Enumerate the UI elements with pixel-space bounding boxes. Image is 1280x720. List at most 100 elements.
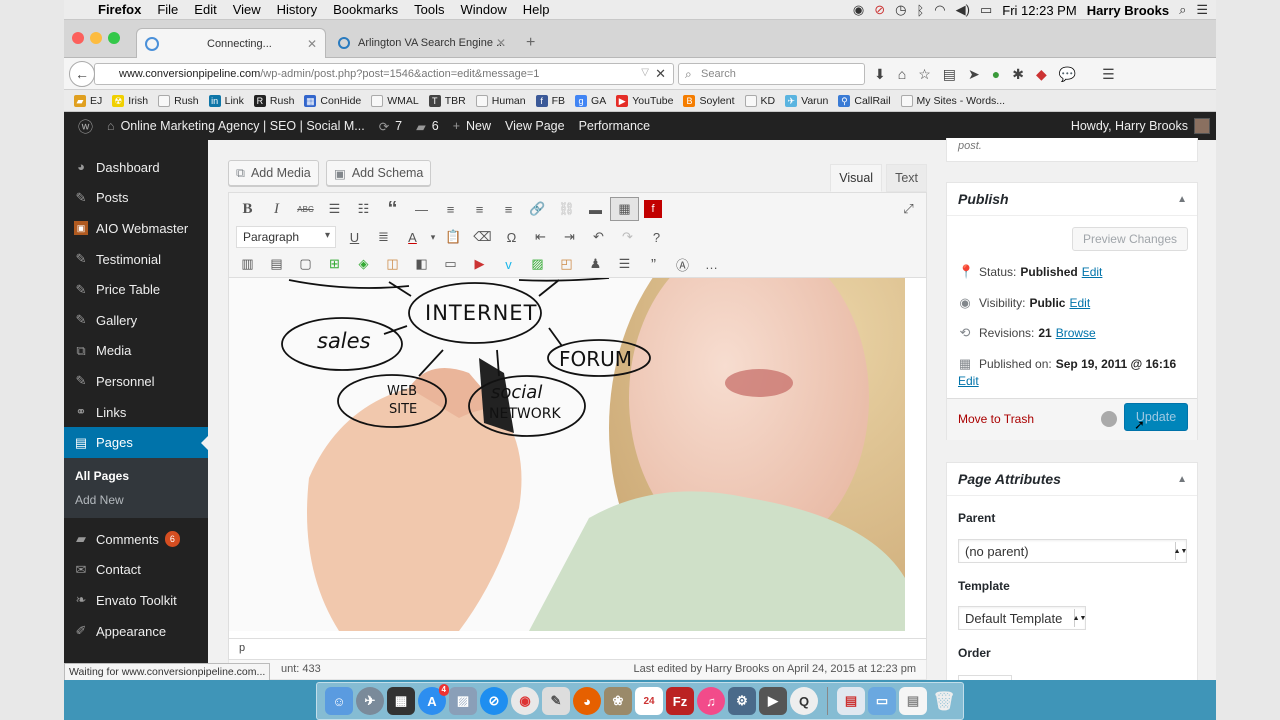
bookmark-item[interactable]: KD	[744, 94, 775, 107]
sysprefs-icon[interactable]: ⚙	[728, 687, 756, 715]
person-icon[interactable]: ♟	[581, 252, 610, 276]
bookmark-item[interactable]: ☢ Irish	[112, 94, 148, 107]
redo-icon[interactable]: ↷	[613, 225, 642, 249]
admin-bar-account[interactable]: Howdy, Harry Brooks	[1071, 112, 1210, 140]
chat-icon[interactable]: 💬	[1059, 66, 1076, 83]
menubar-clock[interactable]: Fri 12:23 PM	[1002, 3, 1076, 18]
bluetooth-icon[interactable]: ᛒ	[916, 3, 924, 18]
chrome-icon[interactable]: ◉	[511, 687, 539, 715]
bookmark-star-icon[interactable]: ☆	[918, 66, 931, 83]
menu-window[interactable]: Window	[453, 2, 515, 17]
indent-icon[interactable]: ⇥	[555, 225, 584, 249]
text-color-icon[interactable]: A	[398, 225, 427, 249]
admin-bar-updates[interactable]: ⟳ 7	[379, 119, 402, 134]
edit-date-link[interactable]: Edit	[958, 374, 979, 388]
list-icon[interactable]: ☰	[610, 252, 639, 276]
youtube-icon[interactable]: ▶	[465, 252, 494, 276]
parent-select[interactable]: (no parent) ▲▼	[958, 539, 1187, 563]
table-icon[interactable]: ▤	[262, 252, 291, 276]
extension-icon[interactable]: ✱	[1012, 66, 1024, 83]
admin-bar-comments[interactable]: ▰ 6	[416, 119, 439, 134]
template-select[interactable]: Default Template ▲▼	[958, 606, 1086, 630]
wifi-icon[interactable]: ◠	[934, 2, 945, 18]
menu-edit[interactable]: Edit	[186, 2, 224, 17]
filezilla-icon[interactable]: Fz	[666, 687, 694, 715]
move-to-trash-link[interactable]: Move to Trash	[958, 412, 1034, 426]
trash-icon[interactable]: 🗑	[930, 687, 958, 715]
sidebar-item-contact[interactable]: ✉ Contact	[64, 555, 208, 586]
quote-box-icon[interactable]: ◫	[378, 252, 407, 276]
admin-bar-performance[interactable]: Performance	[579, 119, 651, 133]
hamburger-menu-icon[interactable]: ☰	[1102, 66, 1115, 83]
clear-formatting-icon[interactable]: ⌫	[468, 225, 497, 249]
editor-content[interactable]: INTERNET sales FORUM WEB SITE social NET…	[228, 278, 927, 638]
unlink-icon[interactable]: ⛓	[552, 197, 581, 221]
toolbar-toggle-icon[interactable]: ▦	[610, 197, 639, 221]
itunes-icon[interactable]: ♫	[697, 687, 725, 715]
dropdown-icon[interactable]: ▽	[641, 67, 649, 78]
bookmark-item[interactable]: WMAL	[371, 94, 419, 107]
menu-history[interactable]: History	[269, 2, 325, 17]
sidebar-item-comments[interactable]: ▰ Comments 6	[64, 524, 208, 555]
menu-view[interactable]: View	[225, 2, 269, 17]
calendar-icon[interactable]: 24	[635, 687, 663, 715]
featured-image[interactable]: INTERNET sales FORUM WEB SITE social NET…	[229, 278, 905, 631]
add-media-button[interactable]: ⧉ Add Media	[228, 160, 319, 186]
fullscreen-icon[interactable]: ⤢	[894, 197, 923, 221]
wordpress-logo-icon[interactable]: ⓦ	[78, 116, 93, 137]
quote-icon[interactable]: ”	[639, 252, 668, 276]
align-left-icon[interactable]: ≡	[436, 197, 465, 221]
italic-icon[interactable]: I	[262, 197, 291, 221]
menu-tools[interactable]: Tools	[406, 2, 452, 17]
quicktime-player-icon[interactable]: Q	[790, 687, 818, 715]
bookmark-item[interactable]: ▦ ConHide	[304, 94, 361, 107]
back-button[interactable]: ←	[69, 61, 95, 87]
download-icon[interactable]: ⬇	[874, 66, 886, 83]
add-icon[interactable]: ⊞	[320, 252, 349, 276]
justify-icon[interactable]: ≣	[369, 225, 398, 249]
menubar-user[interactable]: Harry Brooks	[1087, 3, 1169, 18]
preview-icon[interactable]: ▨	[449, 687, 477, 715]
battery-icon[interactable]: ▭	[980, 2, 992, 18]
bold-icon[interactable]: B	[233, 197, 262, 221]
close-tab-icon[interactable]: ✕	[307, 37, 317, 51]
circle-a-icon[interactable]: Ⓐ	[668, 252, 697, 276]
send-icon[interactable]: ➤	[968, 66, 980, 83]
sidebar-item-testimonial[interactable]: ✎ Testimonial	[64, 244, 208, 275]
launchpad-icon[interactable]: ✈	[356, 687, 384, 715]
home-icon[interactable]: ⌂	[898, 66, 906, 82]
sidebar-item-personnel[interactable]: ✎ Personnel	[64, 366, 208, 397]
horizontal-rule-icon[interactable]: —	[407, 197, 436, 221]
safari-icon[interactable]: ⊘	[480, 687, 508, 715]
bookmark-item[interactable]: Human	[475, 94, 526, 107]
stop-icon[interactable]: ✕	[655, 66, 666, 82]
box-icon[interactable]: ▢	[291, 252, 320, 276]
help-icon[interactable]: ?	[642, 225, 671, 249]
browse-revisions-link[interactable]: Browse	[1056, 326, 1096, 340]
bookmark-item[interactable]: ⚲ CallRail	[838, 94, 891, 107]
preview-changes-button[interactable]: Preview Changes	[1071, 227, 1188, 251]
sidebar-item-price-table[interactable]: ✎ Price Table	[64, 274, 208, 305]
sidebar-item-appearance[interactable]: ✐ Appearance	[64, 616, 208, 647]
submenu-add-new[interactable]: Add New	[64, 488, 208, 512]
admin-bar-new[interactable]: + New	[453, 119, 491, 133]
sidebar-item-media[interactable]: ⧉ Media	[64, 336, 208, 367]
paste-text-icon[interactable]: 📋	[439, 225, 468, 249]
sidebar-item-gallery[interactable]: ✎ Gallery	[64, 305, 208, 336]
bookmark-item[interactable]: Rush	[158, 94, 199, 107]
publish-header[interactable]: Publish ▲	[947, 183, 1197, 216]
close-window-icon[interactable]	[72, 32, 84, 44]
edit-status-link[interactable]: Edit	[1082, 265, 1103, 279]
sidebar-item-pages[interactable]: ▤ Pages	[64, 427, 209, 458]
format-select[interactable]: Paragraph	[236, 226, 336, 248]
sidebar-item-dashboard[interactable]: ◕ Dashboard	[64, 152, 208, 183]
mission-control-icon[interactable]: ▦	[387, 687, 415, 715]
flash-icon[interactable]: f	[644, 200, 662, 218]
admin-bar-site[interactable]: ⌂ Online Marketing Agency | SEO | Social …	[107, 119, 365, 133]
outdent-icon[interactable]: ⇤	[526, 225, 555, 249]
sidebar-item-aio-webmaster[interactable]: ▣ AIO Webmaster	[64, 213, 208, 244]
read-more-icon[interactable]: ▬	[581, 197, 610, 221]
more-icon[interactable]: …	[697, 252, 726, 276]
bookmark-item[interactable]: in Link	[208, 94, 244, 107]
page-attributes-header[interactable]: Page Attributes ▲	[947, 463, 1197, 496]
